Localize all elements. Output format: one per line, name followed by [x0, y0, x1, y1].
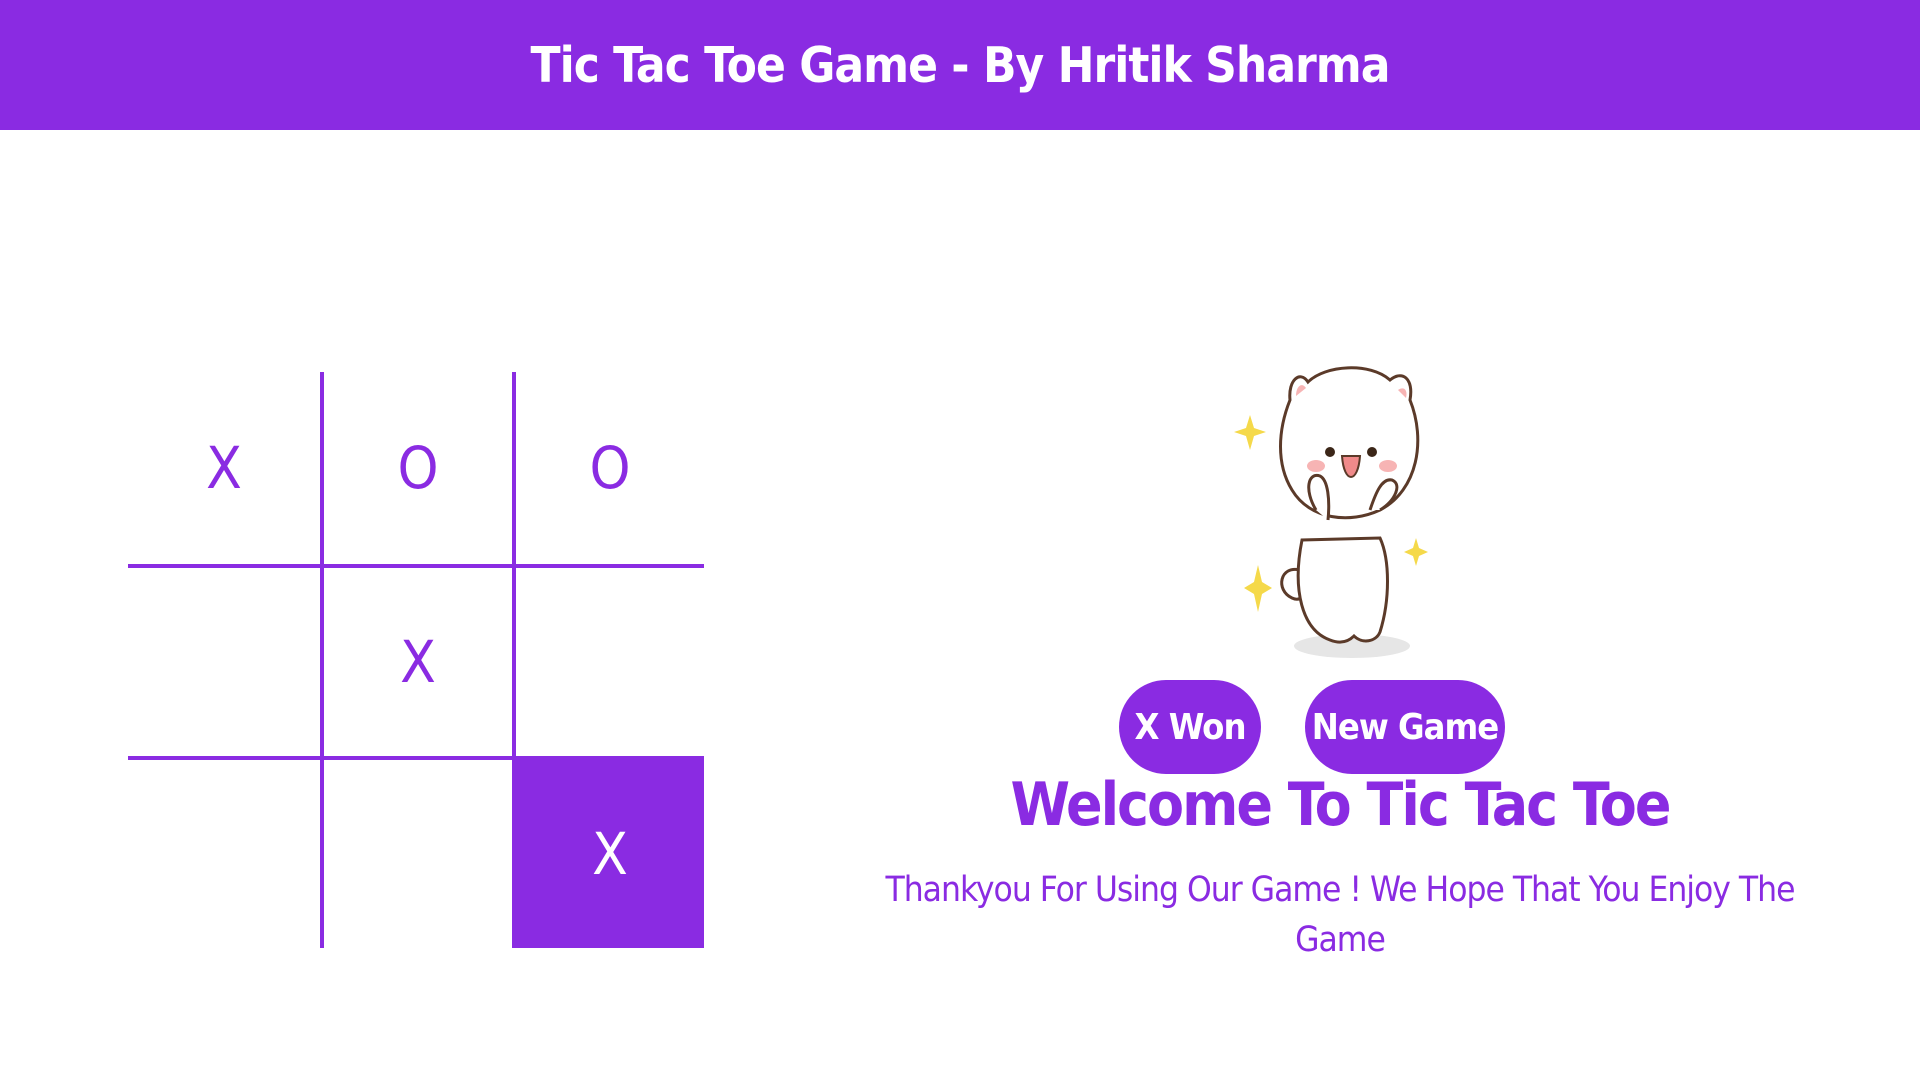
- board-cell-0[interactable]: X: [128, 372, 320, 564]
- cat-mascot-icon: [1230, 360, 1450, 660]
- board-cell-4[interactable]: X: [320, 564, 512, 756]
- welcome-heading: Welcome To Tic Tac Toe: [1010, 770, 1672, 840]
- board-cell-5[interactable]: [512, 564, 704, 756]
- board-cell-2[interactable]: O: [512, 372, 704, 564]
- board-cell-8[interactable]: X: [512, 756, 704, 948]
- welcome-message: Thankyou For Using Our Game ! We Hope Th…: [885, 870, 1796, 960]
- board-cell-6[interactable]: [128, 756, 320, 948]
- game-board: X O O X X: [128, 372, 704, 948]
- board-cell-1[interactable]: O: [320, 372, 512, 564]
- new-game-button[interactable]: New Game: [1305, 680, 1505, 774]
- board-cell-3[interactable]: [128, 564, 320, 756]
- action-buttons: X Won New Game: [840, 670, 1840, 774]
- game-status-button[interactable]: X Won: [1119, 680, 1261, 774]
- info-panel: X Won New Game Welcome To Tic Tac Toe Th…: [840, 360, 1840, 980]
- page-title: Tic Tac Toe Game - By Hritik Sharma: [530, 36, 1391, 94]
- board-cell-7[interactable]: [320, 756, 512, 948]
- navbar: Tic Tac Toe Game - By Hritik Sharma: [0, 0, 1920, 130]
